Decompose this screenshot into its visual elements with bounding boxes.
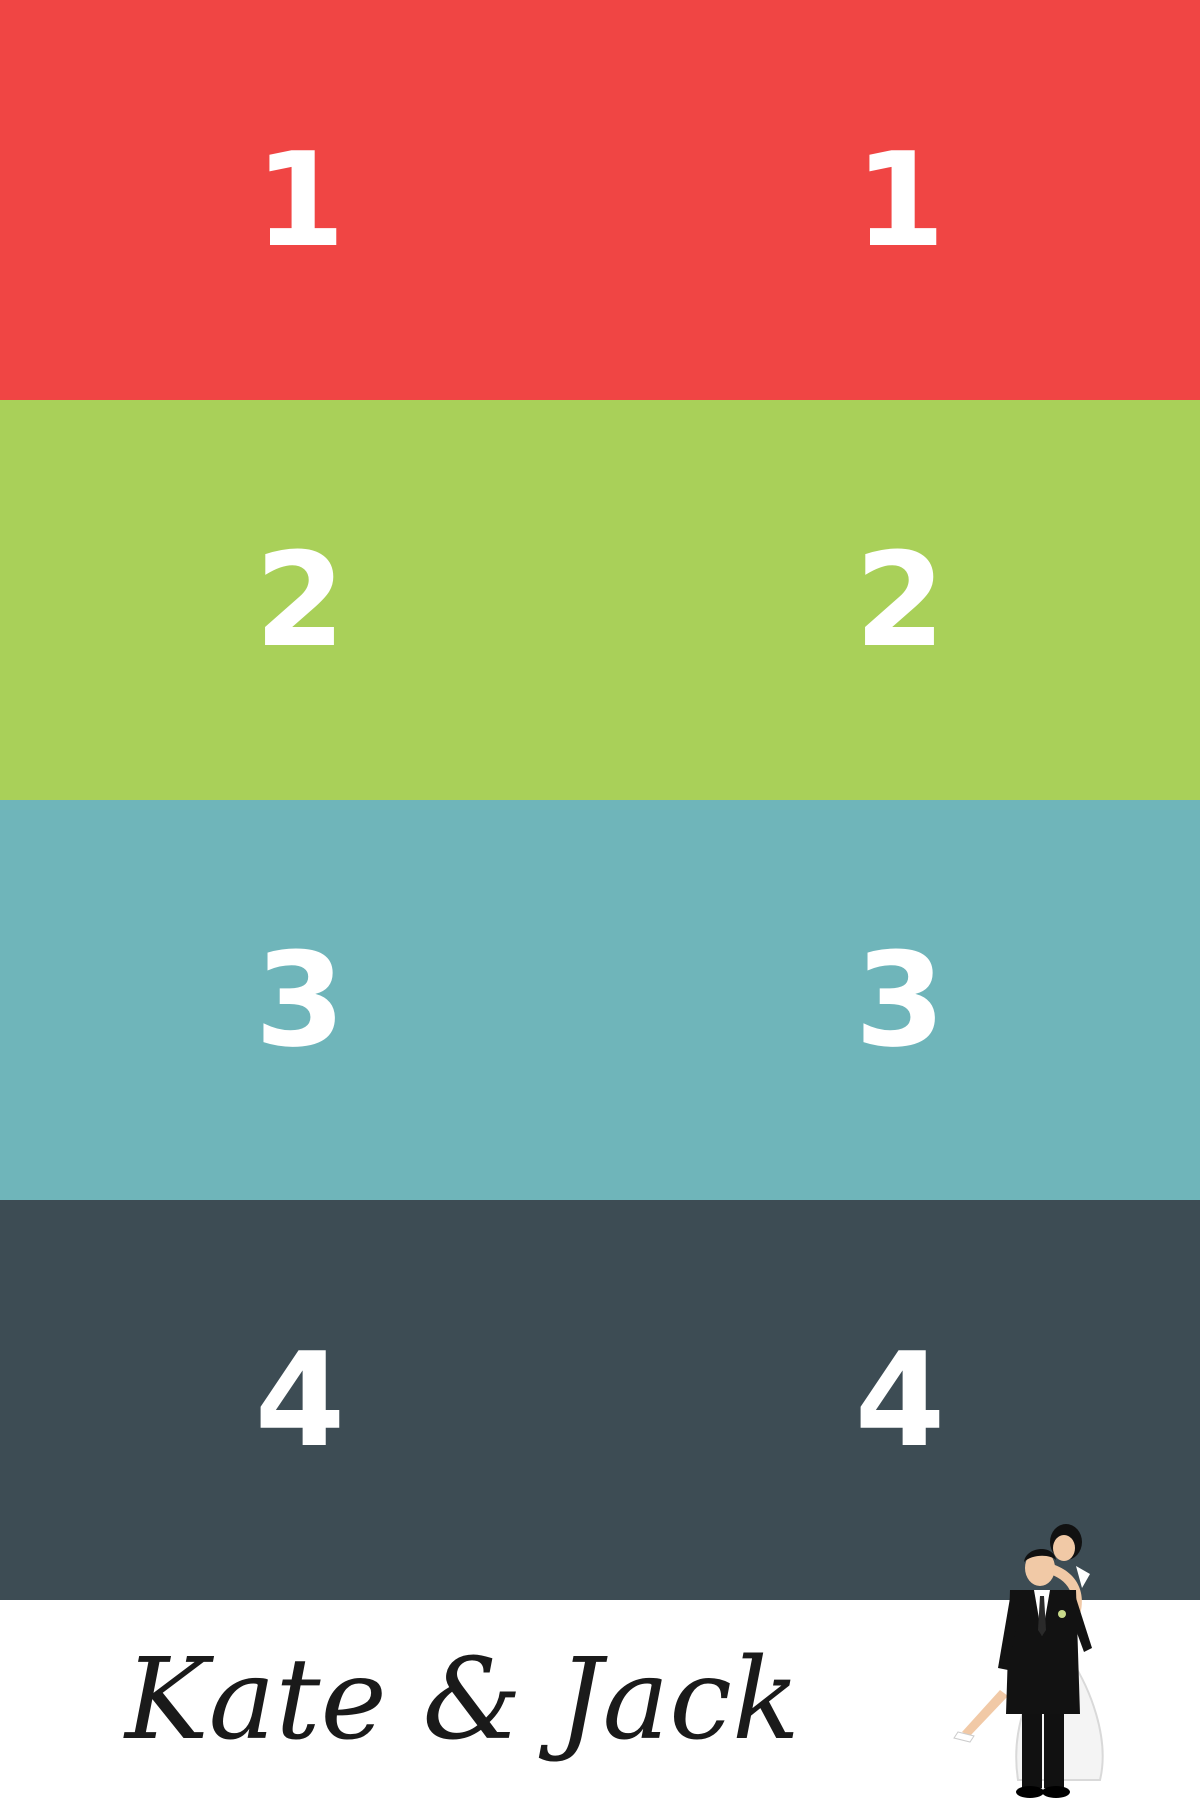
couple-names: Kate & Jack [125,1635,800,1765]
row-2-left-number: 2 [254,524,346,676]
bride-and-groom-icon [953,1524,1104,1798]
row-4-left-number: 4 [254,1324,346,1476]
row-1: 1 1 [0,0,1200,400]
row-3-right-number: 3 [854,924,946,1076]
row-1-right-number: 1 [854,124,946,276]
row-2-right-number: 2 [854,524,946,676]
row-1-left-number: 1 [254,124,346,276]
row-3: 3 3 [0,800,1200,1200]
row-2: 2 2 [0,400,1200,800]
row-3-left-number: 3 [254,924,346,1076]
